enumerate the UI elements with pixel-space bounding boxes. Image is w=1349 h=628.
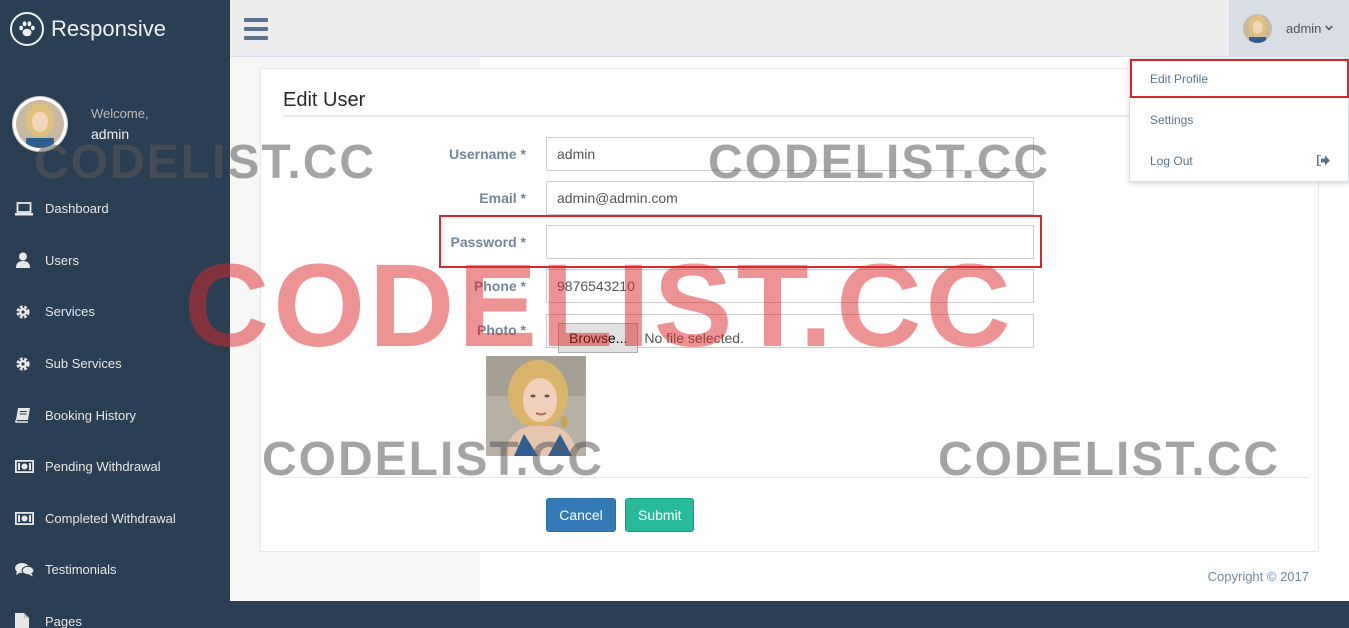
sidebar-item-label: Testimonials bbox=[45, 562, 117, 578]
menu-item-label: Edit Profile bbox=[1150, 72, 1209, 86]
settings-item[interactable]: Settings bbox=[1130, 100, 1349, 140]
menu-item-label: Settings bbox=[1150, 113, 1194, 127]
sidebar-item-completed-withdrawal[interactable]: Completed Withdrawal bbox=[0, 493, 230, 545]
sidebar-item-label: Services bbox=[45, 304, 95, 320]
sidebar-item-label: Pages bbox=[45, 614, 82, 628]
menu-toggle-icon[interactable] bbox=[244, 18, 268, 40]
user-menu-toggle[interactable]: admin bbox=[1229, 0, 1349, 57]
email-label: Email * bbox=[479, 190, 526, 206]
welcome-text: Welcome, bbox=[91, 106, 149, 121]
sign-out-icon bbox=[1317, 154, 1330, 169]
username-input[interactable] bbox=[546, 137, 1034, 171]
paw-icon bbox=[10, 12, 44, 46]
profile-summary: Welcome, admin bbox=[12, 96, 149, 152]
sidebar-item-pages[interactable]: Pages bbox=[0, 596, 230, 628]
user-dropdown-menu: Edit Profile Settings Log Out bbox=[1129, 58, 1349, 182]
file-icon bbox=[15, 613, 45, 628]
sidebar-item-label: Sub Services bbox=[45, 356, 122, 372]
copyright: Copyright © 2017 bbox=[1207, 569, 1309, 584]
photo-label: Photo * bbox=[477, 322, 526, 338]
sidebar-item-pending-withdrawal[interactable]: Pending Withdrawal bbox=[0, 441, 230, 493]
edit-profile-item[interactable]: Edit Profile bbox=[1130, 59, 1349, 99]
avatar bbox=[1243, 14, 1272, 43]
sidebar-item-dashboard[interactable]: Dashboard bbox=[0, 183, 230, 235]
photo-preview bbox=[486, 356, 586, 456]
sidebar-menu: Dashboard Users Services Sub Services Bo… bbox=[0, 183, 230, 628]
sidebar-item-sub-services[interactable]: Sub Services bbox=[0, 338, 230, 390]
sidebar-item-label: Completed Withdrawal bbox=[45, 510, 176, 526]
email-input[interactable] bbox=[546, 181, 1034, 215]
top-nav: admin bbox=[230, 0, 1349, 57]
browse-button[interactable]: Browse... bbox=[558, 323, 639, 353]
sidebar-item-services[interactable]: Services bbox=[0, 286, 230, 338]
money-icon bbox=[15, 460, 45, 474]
chevron-down-icon bbox=[1325, 23, 1334, 34]
brand[interactable]: Responsive bbox=[10, 12, 166, 46]
money-icon bbox=[15, 511, 45, 525]
menu-item-label: Log Out bbox=[1150, 154, 1193, 168]
profile-username: admin bbox=[91, 126, 130, 142]
user-icon bbox=[15, 252, 45, 269]
brand-name: Responsive bbox=[51, 16, 166, 41]
topnav-username: admin bbox=[1286, 21, 1322, 36]
sidebar-item-label: Users bbox=[45, 252, 79, 268]
photo-file-input[interactable]: Browse... No file selected. bbox=[546, 314, 1034, 353]
cancel-button[interactable]: Cancel bbox=[546, 498, 616, 532]
username-label: Username * bbox=[448, 146, 526, 162]
password-input[interactable] bbox=[546, 225, 1034, 259]
sidebar-item-booking-history[interactable]: Booking History bbox=[0, 389, 230, 441]
logout-item[interactable]: Log Out bbox=[1130, 141, 1349, 181]
gear-icon bbox=[15, 356, 45, 372]
sidebar: Responsive Welcome, admin Dashboard User… bbox=[0, 0, 230, 628]
submit-button[interactable]: Submit bbox=[625, 498, 694, 532]
password-label: Password * bbox=[450, 234, 526, 250]
avatar bbox=[12, 96, 68, 152]
book-icon bbox=[15, 407, 45, 423]
page-title: Edit User bbox=[283, 89, 366, 111]
comments-icon bbox=[15, 562, 45, 577]
sidebar-item-users[interactable]: Users bbox=[0, 235, 230, 287]
sidebar-item-label: Dashboard bbox=[45, 201, 109, 217]
file-status: No file selected. bbox=[644, 330, 744, 346]
gear-icon bbox=[15, 304, 45, 320]
sidebar-item-testimonials[interactable]: Testimonials bbox=[0, 544, 230, 596]
phone-label: Phone * bbox=[473, 278, 526, 294]
laptop-icon bbox=[15, 201, 45, 216]
sidebar-item-label: Booking History bbox=[45, 407, 137, 423]
sidebar-item-label: Pending Withdrawal bbox=[45, 459, 161, 475]
divider bbox=[283, 477, 1308, 478]
phone-input[interactable] bbox=[546, 269, 1034, 303]
